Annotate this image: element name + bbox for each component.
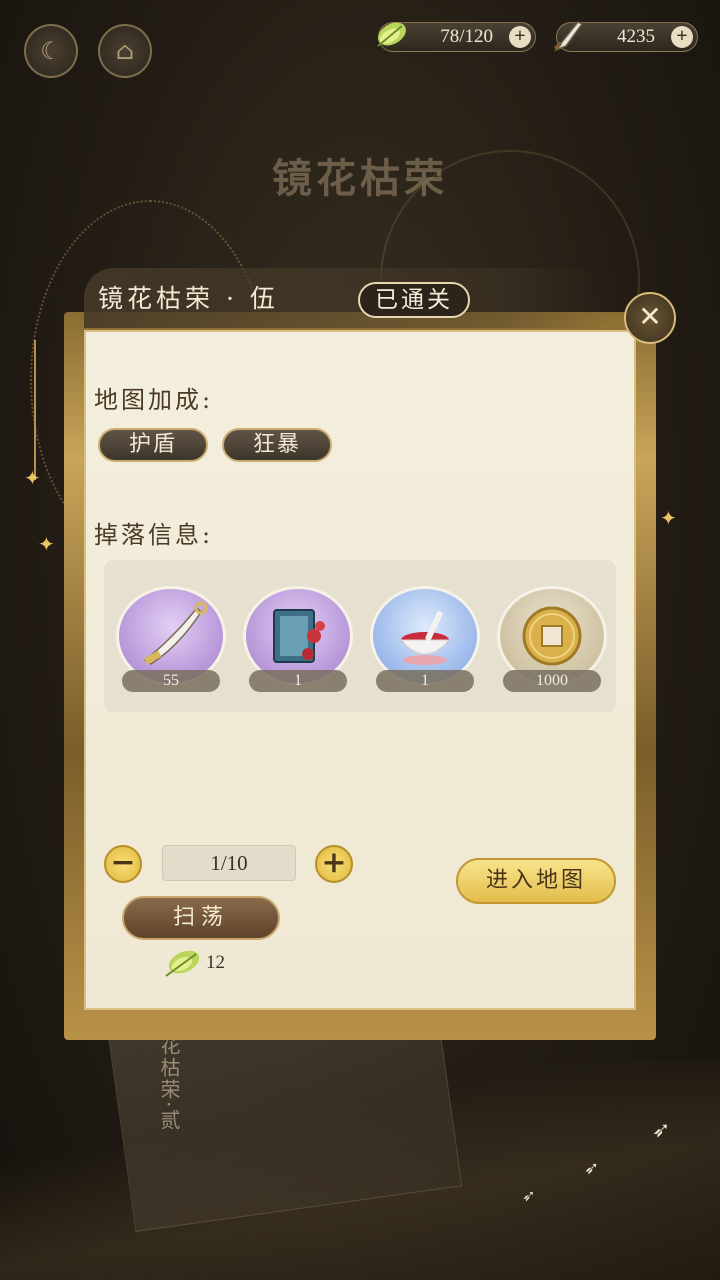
- bird-icon: ➶: [652, 1118, 671, 1143]
- drop-count: 1: [249, 670, 347, 692]
- drop-count: 1000: [503, 670, 601, 692]
- increase-button[interactable]: +: [315, 845, 353, 883]
- currency-value: 4235: [617, 26, 655, 47]
- sparkle-icon: ✦: [38, 532, 55, 556]
- moon-swallow-icon[interactable]: ☾: [24, 24, 78, 78]
- drop-item-dagger[interactable]: 55: [116, 586, 226, 696]
- enter-map-button[interactable]: 进入地图: [456, 858, 616, 904]
- buff-tag-berserk[interactable]: 狂暴: [222, 428, 332, 462]
- dagger-icon: [553, 21, 584, 52]
- leaf-icon: [377, 22, 406, 47]
- map-bonus-label: 地图加成:: [94, 386, 214, 414]
- sparkle-icon: ✦: [24, 466, 41, 490]
- background-title: 镜花枯荣: [272, 155, 448, 202]
- bowl-icon: [399, 611, 451, 665]
- drop-count: 1: [376, 670, 474, 692]
- stamina-value: 78/120: [440, 26, 493, 47]
- book-icon: [273, 609, 325, 663]
- stamina-add-button[interactable]: +: [509, 26, 531, 48]
- leaf-icon: [165, 950, 200, 977]
- drops-label: 掉落信息:: [94, 521, 214, 549]
- sweep-count-field[interactable]: 1/10: [162, 845, 296, 881]
- stage-name: 镜花枯荣 · 伍: [98, 284, 279, 313]
- cleared-status-badge: 已通关: [358, 282, 470, 318]
- drop-item-book[interactable]: 1: [243, 586, 353, 696]
- sweep-button[interactable]: 扫荡: [122, 896, 280, 940]
- bird-icon: ➶: [522, 1186, 536, 1205]
- decrease-button[interactable]: −: [104, 845, 142, 883]
- decor-line: [34, 340, 36, 480]
- drop-count: 55: [122, 670, 220, 692]
- dagger-icon: [143, 601, 208, 665]
- bird-icon: ➶: [584, 1158, 600, 1179]
- drop-item-coin[interactable]: 1000: [497, 586, 607, 696]
- close-button[interactable]: ✕: [624, 292, 676, 344]
- drop-item-bowl[interactable]: 1: [370, 586, 480, 696]
- buff-tag-shield[interactable]: 护盾: [98, 428, 208, 462]
- sparkle-icon: ✦: [660, 506, 677, 530]
- currency-add-button[interactable]: +: [671, 26, 693, 48]
- coin-icon: [522, 606, 582, 666]
- sweep-cost-value: 12: [206, 952, 225, 973]
- next-stage-card-title: 花枯荣·贰: [157, 1035, 181, 1132]
- pavilion-icon[interactable]: ⌂: [98, 24, 152, 78]
